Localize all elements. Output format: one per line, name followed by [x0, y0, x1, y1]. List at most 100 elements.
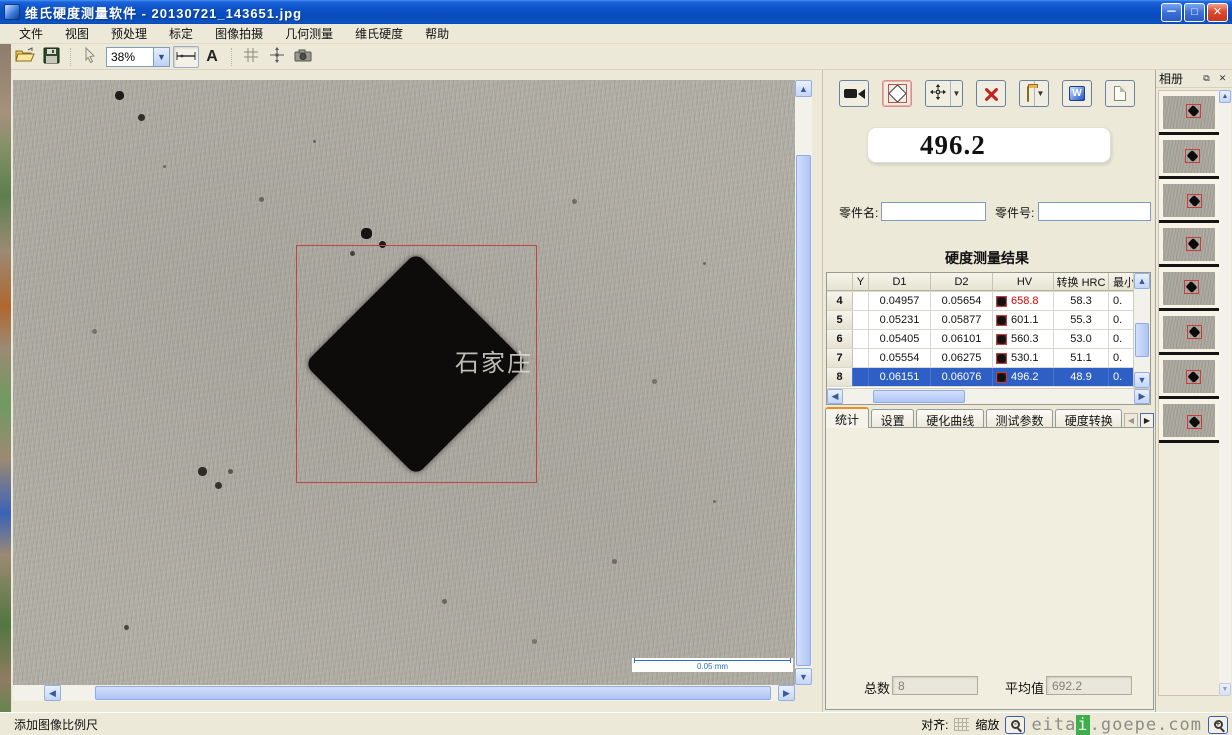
cell-hrc: 53.0	[1054, 330, 1109, 348]
table-horizontal-scrollbar[interactable]: ◀ ▶	[827, 388, 1150, 404]
table-vscroll-thumb[interactable]	[1135, 323, 1149, 357]
minimize-button[interactable]: －	[1161, 3, 1182, 22]
undock-icon[interactable]: ⧉	[1200, 72, 1213, 85]
album-thumbnail[interactable]	[1159, 179, 1219, 223]
album-thumbnail[interactable]	[1159, 399, 1219, 443]
close-icon[interactable]: ✕	[1216, 72, 1229, 85]
thumbnail-photo	[1163, 140, 1215, 173]
tab-1[interactable]: 设置	[871, 409, 915, 428]
status-hint-text: 添加图像比例尺	[14, 716, 98, 733]
album-thumbnail[interactable]	[1159, 91, 1219, 135]
column-header-2[interactable]: D2	[931, 273, 993, 291]
zoom-out-button[interactable]: -	[1005, 716, 1025, 734]
column-header-5[interactable]: 最小	[1109, 273, 1134, 291]
new-document-button[interactable]	[1105, 80, 1135, 107]
scroll-up-icon[interactable]: ▲	[1219, 90, 1231, 103]
center-crosshair-button[interactable]	[264, 46, 290, 68]
status-right-cluster: 对齐: 缩放 - eitai.goepe.com +	[921, 713, 1228, 735]
open-results-button[interactable]: ▼	[1019, 80, 1049, 107]
table-row[interactable]: 60.054050.06101560.353.00.	[827, 330, 1134, 349]
scroll-down-icon[interactable]: ▼	[1219, 683, 1231, 696]
menu-item-4[interactable]: 图像拍摄	[204, 23, 274, 44]
part-no-input[interactable]	[1038, 202, 1151, 221]
album-thumbnail[interactable]	[1159, 311, 1219, 355]
tab-3[interactable]: 测试参数	[986, 409, 1053, 428]
scroll-left-icon[interactable]: ◀	[827, 389, 843, 404]
scroll-down-icon[interactable]: ▼	[795, 668, 812, 685]
chevron-down-icon[interactable]: ▼	[153, 48, 169, 66]
menu-item-2[interactable]: 预处理	[100, 23, 158, 44]
scroll-up-icon[interactable]: ▲	[795, 80, 812, 97]
vertical-scroll-thumb[interactable]	[796, 155, 811, 666]
column-header-4[interactable]: 转换 HRC	[1054, 273, 1109, 291]
grid-icon	[244, 48, 258, 65]
export-word-button[interactable]: W	[1062, 80, 1092, 107]
cell-d2: 0.06101	[931, 330, 993, 348]
scroll-down-icon[interactable]: ▼	[1134, 372, 1150, 388]
scroll-right-icon[interactable]: ▶	[1134, 389, 1150, 404]
table-header-row: YD1D2HV转换 HRC最小	[827, 273, 1134, 292]
select-cursor-button[interactable]	[77, 46, 103, 68]
video-camera-icon	[844, 89, 857, 98]
column-header-1[interactable]: D1	[869, 273, 931, 291]
tab-4[interactable]: 硬度转换	[1055, 409, 1122, 428]
cell-min: 0.	[1109, 368, 1134, 386]
align-grid-icon[interactable]	[954, 718, 969, 731]
cell-y	[853, 311, 869, 329]
tab-scroll-right-icon[interactable]: ▶	[1140, 413, 1154, 428]
thumbnail-indent-blob	[1185, 281, 1197, 293]
capture-camera-button[interactable]	[290, 46, 316, 68]
table-row[interactable]: 40.049570.05654658.858.30.	[827, 292, 1134, 311]
delete-measurement-button[interactable]	[976, 80, 1006, 107]
menu-item-5[interactable]: 几何测量	[274, 23, 344, 44]
table-vertical-scrollbar[interactable]: ▲ ▼	[1133, 273, 1150, 388]
measure-ruler-button[interactable]	[173, 46, 199, 68]
video-capture-button[interactable]	[839, 80, 869, 107]
open-file-button[interactable]	[12, 46, 38, 68]
maximize-button[interactable]: □	[1184, 3, 1205, 22]
album-scrollbar[interactable]: ▲ ▼	[1219, 90, 1231, 696]
magnifier-plus-icon: +	[1214, 720, 1223, 729]
manual-measure-button[interactable]: ▼	[925, 80, 963, 107]
tab-scroll-left-icon[interactable]: ◀	[1124, 413, 1138, 428]
album-thumbnail[interactable]	[1159, 135, 1219, 179]
part-name-input[interactable]	[881, 202, 986, 221]
zoom-combobox[interactable]: 38% ▼	[106, 47, 170, 67]
album-thumbnail[interactable]	[1159, 355, 1219, 399]
cell-d2: 0.06275	[931, 349, 993, 367]
album-thumbnail[interactable]	[1159, 267, 1219, 311]
statistics-tab-page: 总数8平均值692.2最小值496.2最大值1064.3偏差范围568.1标准偏…	[825, 427, 1154, 710]
microscope-image-viewport[interactable]: 石家庄 0.05 mm	[13, 80, 795, 685]
close-button[interactable]: ✕	[1207, 3, 1228, 22]
auto-detect-indent-button[interactable]	[882, 80, 912, 107]
hv-value: 601.1	[1011, 314, 1039, 326]
viewer-horizontal-scrollbar[interactable]: ◀ ▶	[13, 685, 795, 701]
thumbnail-red-box	[1186, 370, 1201, 384]
save-button[interactable]	[38, 46, 64, 68]
zoom-in-button[interactable]: +	[1208, 716, 1228, 734]
scroll-left-icon[interactable]: ◀	[44, 685, 61, 701]
viewer-vertical-scrollbar[interactable]: ▲ ▼	[795, 80, 812, 685]
column-header-3[interactable]: HV	[993, 273, 1054, 291]
horizontal-scroll-thumb[interactable]	[95, 686, 771, 700]
scroll-up-icon[interactable]: ▲	[1134, 273, 1150, 289]
thumbnail-photo	[1163, 316, 1215, 349]
menu-item-3[interactable]: 标定	[158, 23, 204, 44]
table-row[interactable]: 50.052310.05877601.155.30.	[827, 311, 1134, 330]
grid-toggle-button[interactable]	[238, 46, 264, 68]
tab-0[interactable]: 统计	[825, 407, 869, 428]
menu-item-7[interactable]: 帮助	[414, 23, 460, 44]
table-row[interactable]: 70.055540.06275530.151.10.	[827, 349, 1134, 368]
tab-2[interactable]: 硬化曲线	[916, 409, 983, 428]
menu-item-6[interactable]: 维氏硬度	[344, 23, 414, 44]
chevron-down-icon[interactable]: ▼	[950, 81, 962, 106]
table-hscroll-thumb[interactable]	[873, 390, 965, 403]
menu-item-1[interactable]: 视图	[54, 23, 100, 44]
text-annotation-button[interactable]: A	[199, 46, 225, 68]
album-thumbnail[interactable]	[1159, 223, 1219, 267]
scroll-right-icon[interactable]: ▶	[778, 685, 795, 701]
table-row[interactable]: 80.061510.06076496.248.90.	[827, 368, 1134, 387]
column-header-0[interactable]: Y	[853, 273, 869, 291]
measurement-toolbar: ▼ ▼ W	[839, 80, 1135, 107]
menu-item-0[interactable]: 文件	[8, 23, 54, 44]
